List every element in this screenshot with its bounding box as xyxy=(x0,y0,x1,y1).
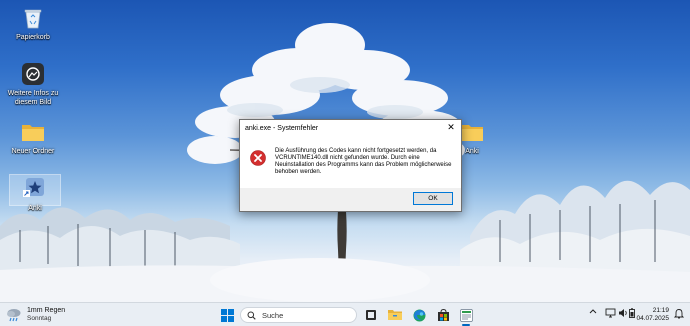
folder-icon xyxy=(21,120,45,144)
anki-shortcut-icon xyxy=(23,177,47,201)
taskbar-search-box[interactable]: Suche xyxy=(240,307,357,323)
edge-browser-button[interactable] xyxy=(410,306,428,324)
anki-app-icon xyxy=(459,308,473,322)
search-label: Suche xyxy=(262,310,284,320)
close-button[interactable]: ✕ xyxy=(441,120,461,136)
notification-center-button[interactable] xyxy=(673,308,685,319)
clock-time: 21:19 xyxy=(652,307,669,314)
desktop-icon-label: Neuer Ordner xyxy=(11,148,55,155)
spotlight-info-icon xyxy=(21,62,45,86)
dialog-body: Die Ausführung des Codes kann nicht fort… xyxy=(240,136,461,188)
desktop-icon-label: Weitere Infos zu diesem Bild xyxy=(7,90,59,106)
weather-widget[interactable]: 1mm Regen Sonntag xyxy=(5,306,65,324)
error-icon xyxy=(250,150,266,166)
chevron-up-icon xyxy=(589,309,597,314)
weather-day: Sonntag xyxy=(27,315,52,322)
rain-cloud-icon xyxy=(7,309,21,322)
desktop-icon-label: Papierkorb xyxy=(16,34,50,41)
search-icon xyxy=(247,311,256,320)
show-hidden-icons-button[interactable] xyxy=(588,308,598,314)
windows-start-icon xyxy=(220,308,234,322)
error-dialog[interactable]: anki.exe - Systemfehler ✕ Die Ausführung… xyxy=(239,119,462,212)
task-view-button[interactable] xyxy=(362,306,380,324)
system-clock[interactable]: 21:19 04.07.2025 xyxy=(633,307,669,323)
dialog-title: anki.exe - Systemfehler xyxy=(245,124,319,132)
recycle-bin-icon xyxy=(21,6,45,30)
clock-date: 04.07.2025 xyxy=(636,315,669,322)
file-explorer-icon xyxy=(388,310,402,320)
desktop[interactable]: Papierkorb Weitere Infos zu diesem Bild … xyxy=(0,0,690,302)
folder-icon xyxy=(460,120,484,144)
weather-summary: 1mm Regen xyxy=(27,307,66,314)
edge-icon xyxy=(413,309,425,321)
taskbar: 1mm Regen Sonntag Suche 21:19 04.07.2025 xyxy=(0,302,690,326)
close-icon: ✕ xyxy=(447,123,455,133)
microsoft-store-button[interactable] xyxy=(434,306,452,324)
network-status[interactable] xyxy=(604,308,616,318)
error-message: Die Ausführung des Codes kann nicht fort… xyxy=(275,148,452,175)
desktop-icon-spotlight-info[interactable]: Weitere Infos zu diesem Bild xyxy=(1,62,65,107)
store-icon xyxy=(437,308,449,321)
desktop-icon-recycle-bin[interactable]: Papierkorb xyxy=(1,6,65,42)
anki-taskbar-button[interactable] xyxy=(457,306,475,324)
network-icon xyxy=(605,308,615,318)
dialog-title-bar[interactable]: anki.exe - Systemfehler ✕ xyxy=(240,120,461,136)
desktop-icon-label: Anki xyxy=(28,205,42,212)
notification-bell-icon xyxy=(674,309,684,319)
dialog-footer: OK xyxy=(240,188,461,211)
file-explorer-button[interactable] xyxy=(386,306,404,324)
desktop-icon-new-folder[interactable]: Neuer Ordner xyxy=(1,120,65,156)
ok-button[interactable]: OK xyxy=(413,192,453,205)
task-view-icon xyxy=(366,310,376,320)
desktop-icon-anki-shortcut[interactable]: Anki xyxy=(9,174,61,212)
start-button[interactable] xyxy=(218,306,236,324)
